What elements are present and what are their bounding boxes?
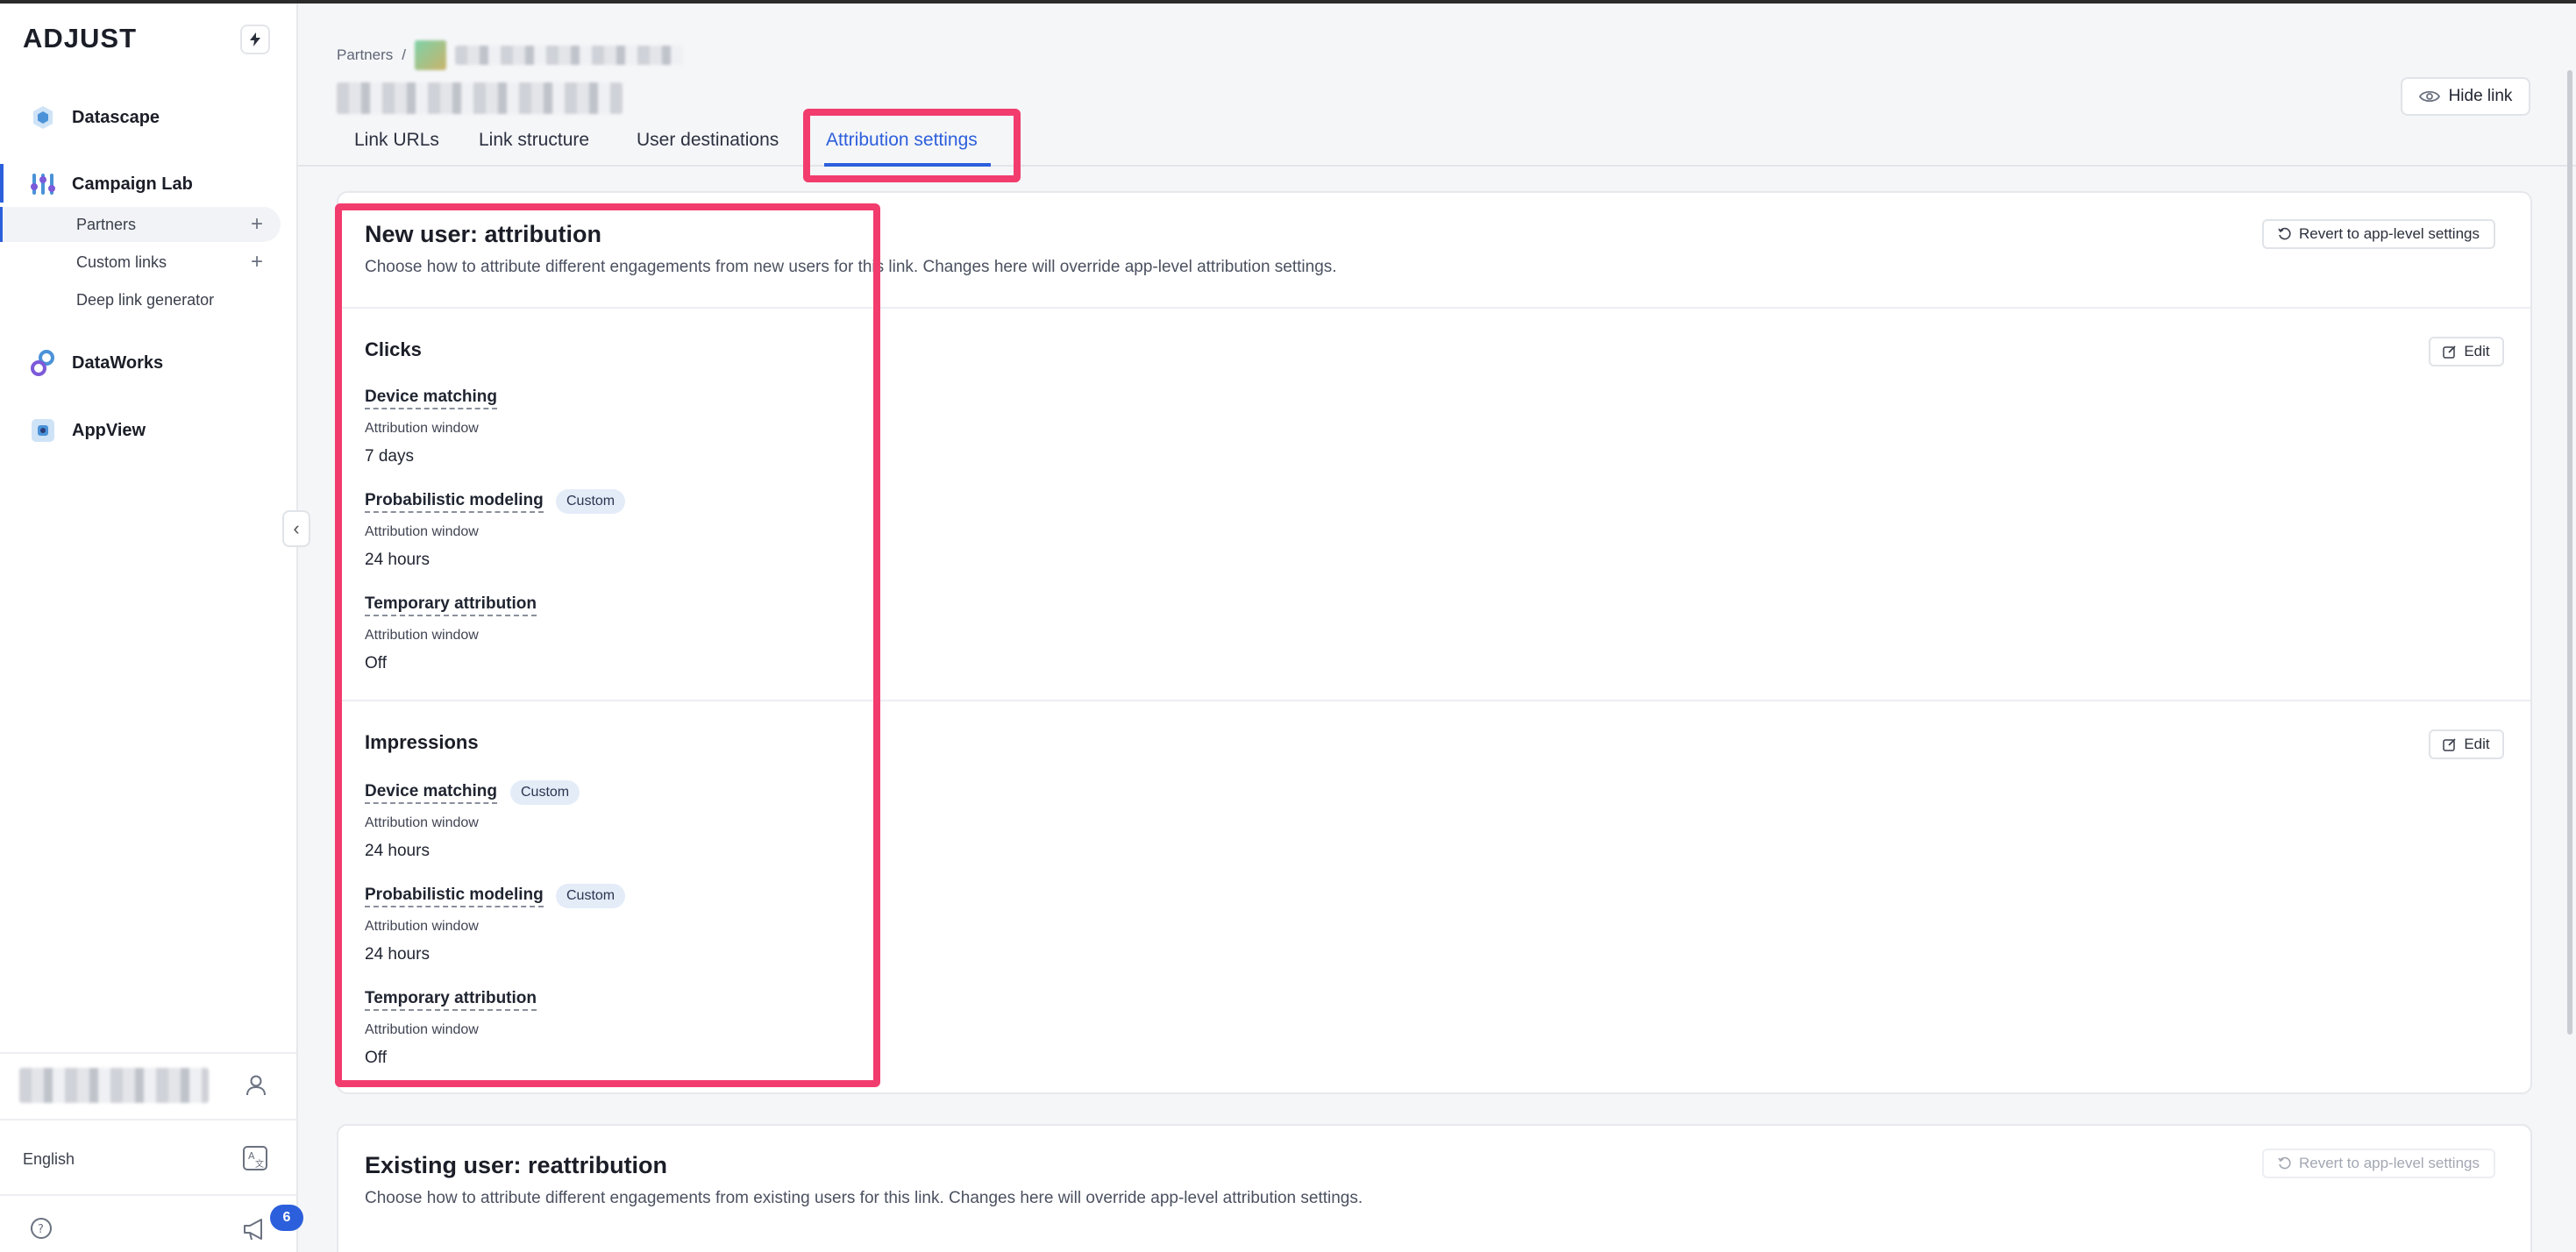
quick-actions-button[interactable] — [240, 25, 270, 54]
notification-count-badge: 6 — [270, 1205, 303, 1231]
nav-datascape[interactable]: Datascape — [0, 95, 298, 140]
page-scrollbar[interactable] — [2567, 70, 2572, 1035]
sidebar-item-partners[interactable]: Partners + — [0, 207, 281, 242]
partner-name-redacted[interactable] — [454, 46, 683, 65]
collapse-sidebar-button[interactable]: ‹ — [282, 510, 310, 547]
hide-link-button[interactable]: Hide link — [2401, 77, 2530, 116]
revert-label: Revert to app-level settings — [2299, 1155, 2480, 1171]
link-name-redacted — [337, 82, 623, 114]
edit-label: Edit — [2464, 736, 2490, 752]
revert-label: Revert to app-level settings — [2299, 225, 2480, 242]
sidebar-item-custom-links[interactable]: Custom links + — [0, 245, 281, 280]
edit-clicks-button[interactable]: Edit — [2429, 337, 2504, 366]
tab-highlight-box — [803, 109, 1021, 182]
nav-label: DataWorks — [72, 352, 164, 373]
help-icon[interactable]: ? — [30, 1217, 53, 1244]
eye-icon — [2418, 90, 2440, 103]
card-description: Choose how to attribute different engage… — [365, 1189, 1363, 1207]
card-title: Existing user: reattribution — [365, 1152, 668, 1178]
divider — [0, 1119, 296, 1120]
existing-user-reattribution-card: Existing user: reattribution Choose how … — [337, 1124, 2532, 1252]
breadcrumb: Partners / — [337, 40, 683, 70]
datascape-icon — [28, 103, 58, 132]
edit-icon — [2443, 345, 2456, 359]
tab-link-urls[interactable]: Link URLs — [354, 130, 439, 151]
edit-label: Edit — [2464, 343, 2490, 359]
add-custom-link-icon[interactable]: + — [251, 252, 263, 273]
breadcrumb-separator: / — [402, 46, 406, 63]
revert-to-app-level-button[interactable]: Revert to app-level settings — [2262, 219, 2495, 249]
translate-icon[interactable]: A文 — [242, 1145, 268, 1176]
divider — [0, 1194, 296, 1196]
user-icon[interactable] — [244, 1073, 268, 1102]
adjust-logo: ADJUST — [23, 23, 138, 53]
dataworks-icon — [28, 348, 58, 378]
sidebar-item-deep-link-generator[interactable]: Deep link generator — [0, 282, 281, 317]
revert-icon — [2278, 1156, 2291, 1170]
partner-logo-redacted — [414, 40, 446, 70]
tab-link-structure[interactable]: Link structure — [479, 130, 589, 151]
nav-appview[interactable]: AppView — [0, 408, 298, 453]
revert-icon — [2278, 227, 2291, 240]
language-label[interactable]: English — [23, 1150, 75, 1169]
svg-text:A: A — [248, 1150, 255, 1162]
nav-label: Campaign Lab — [72, 174, 193, 194]
svg-text:文: 文 — [255, 1158, 264, 1170]
appview-icon — [28, 416, 58, 445]
breadcrumb-partners-link[interactable]: Partners — [337, 46, 393, 64]
section-highlight-box — [335, 203, 880, 1087]
tab-user-destinations[interactable]: User destinations — [637, 130, 779, 151]
edit-impressions-button[interactable]: Edit — [2429, 729, 2504, 759]
chevron-left-icon: ‹ — [293, 517, 300, 539]
revert-to-app-level-button[interactable]: Revert to app-level settings — [2262, 1149, 2495, 1178]
hide-link-label: Hide link — [2448, 87, 2513, 105]
sidebar-item-label: Partners — [76, 215, 137, 233]
nav-campaign-lab[interactable]: Campaign Lab — [0, 161, 298, 207]
campaign-lab-icon — [28, 169, 58, 199]
sidebar: ADJUST Datascape Campaign Lab Partners +… — [0, 4, 310, 1252]
nav-label: Datascape — [72, 107, 160, 127]
bolt-icon — [250, 32, 260, 46]
account-name-redacted — [19, 1068, 209, 1103]
svg-text:?: ? — [38, 1223, 44, 1236]
sidebar-item-label: Custom links — [76, 253, 167, 271]
sidebar-item-label: Deep link generator — [76, 290, 215, 309]
active-item-indicator — [0, 207, 3, 242]
tab-bar: Link URLs Link structure User destinatio… — [298, 114, 2576, 167]
edit-icon — [2443, 738, 2456, 751]
add-partner-icon[interactable]: + — [251, 214, 263, 235]
nav-label: AppView — [72, 420, 146, 440]
nav-dataworks[interactable]: DataWorks — [0, 340, 298, 386]
divider — [0, 1052, 296, 1054]
window-top-border — [0, 0, 2576, 4]
announcements-icon[interactable] — [242, 1217, 268, 1246]
